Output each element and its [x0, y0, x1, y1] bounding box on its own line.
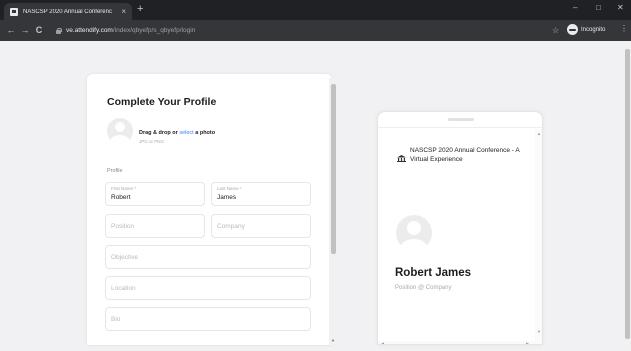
preview-scroll-down-icon[interactable]: ▼ — [537, 329, 541, 334]
company-placeholder: Company — [217, 223, 245, 230]
new-tab-button[interactable]: + — [137, 4, 143, 15]
preview-avatar — [396, 215, 432, 251]
incognito-label: Incognito — [581, 26, 606, 33]
preview-scroll-up-icon[interactable]: ▲ — [537, 131, 541, 136]
form-scroll-down-icon[interactable]: ▼ — [331, 338, 335, 343]
event-building-icon — [397, 155, 406, 162]
form-scrollbar[interactable]: ▼ — [329, 78, 338, 345]
lock-icon — [56, 27, 62, 34]
objective-placeholder: Objective — [111, 254, 139, 261]
preview-avatar-body-shape — [400, 239, 428, 251]
bookmark-star-icon[interactable]: ☆ — [552, 27, 559, 35]
select-photo-link[interactable]: select — [179, 130, 193, 136]
incognito-profile-button[interactable]: Incognito — [567, 24, 605, 35]
page-scrollbar-thumb[interactable] — [625, 49, 630, 339]
back-button[interactable]: ← — [4, 26, 18, 35]
tab-close-icon[interactable]: × — [121, 7, 126, 16]
preview-divider — [378, 127, 542, 128]
incognito-icon — [567, 24, 578, 35]
last-name-value: James — [217, 194, 237, 201]
bio-field[interactable]: Bio — [105, 307, 311, 331]
location-field[interactable]: Location — [105, 276, 311, 300]
location-placeholder: Location — [111, 285, 136, 292]
first-name-field[interactable]: First Name * Robert — [105, 182, 205, 206]
company-field[interactable]: Company — [211, 214, 311, 238]
browser-tab-bar: NASCSP 2020 Annual Conferenc × + – □ ✕ — [0, 0, 631, 20]
preview-position-company: Position @ Company — [395, 285, 452, 291]
drop-text-pre: Drag & drop or — [139, 130, 180, 136]
preview-notch — [448, 118, 474, 121]
page-scrollbar[interactable] — [624, 41, 631, 351]
close-window-button[interactable]: ✕ — [617, 4, 624, 12]
preview-scroll-right-icon[interactable]: ▶ — [526, 341, 529, 344]
profile-preview-card: NASCSP 2020 Annual Conference - A Virtua… — [377, 111, 543, 345]
bio-placeholder: Bio — [111, 316, 121, 323]
position-placeholder: Position — [111, 223, 135, 230]
preview-scroll-left-icon[interactable]: ◀ — [381, 341, 384, 344]
photo-format-hint: JPG or PNG — [139, 139, 165, 144]
avatar-head-shape — [115, 122, 125, 132]
address-bar[interactable]: ve.attendify.com/index/qbyefp/s_qbyefp/l… — [66, 27, 195, 34]
browser-tab[interactable]: NASCSP 2020 Annual Conferenc × — [4, 3, 132, 20]
profile-form-card: Complete Your Profile Drag & drop or sel… — [87, 74, 332, 345]
position-field[interactable]: Position — [105, 214, 205, 238]
browser-menu-icon[interactable]: ⋮ — [620, 25, 628, 33]
first-name-value: Robert — [111, 194, 131, 201]
minimize-window-button[interactable]: – — [573, 4, 577, 12]
avatar-body-shape — [110, 135, 130, 144]
preview-horizontal-scrollbar[interactable]: ◀ ▶ — [378, 341, 535, 344]
maximize-window-button[interactable]: □ — [596, 4, 601, 12]
drop-text-post: a photo — [193, 130, 216, 136]
url-host: ve.attendify.com — [66, 27, 113, 34]
first-name-label: First Name * — [111, 186, 137, 191]
browser-toolbar: ← → C ve.attendify.com/index/qbyefp/s_qb… — [0, 20, 631, 41]
last-name-field[interactable]: Last Name * James — [211, 182, 311, 206]
tab-title: NASCSP 2020 Annual Conferenc — [23, 8, 112, 15]
preview-name: Robert James — [395, 267, 472, 279]
form-title: Complete Your Profile — [107, 96, 217, 108]
site-favicon-icon — [10, 7, 18, 16]
last-name-label: Last Name * — [217, 186, 242, 191]
forward-button[interactable]: → — [18, 26, 32, 35]
preview-event-title: NASCSP 2020 Annual Conference - A Virtua… — [410, 147, 520, 163]
photo-drop-text: Drag & drop or select a photo — [139, 130, 215, 136]
url-path: /index/qbyefp/s_qbyefp/login — [112, 27, 196, 34]
profile-section-label: Profile — [107, 168, 123, 174]
objective-field[interactable]: Objective — [105, 245, 311, 269]
preview-scrollbar[interactable]: ▲ ▼ — [535, 129, 542, 344]
preview-avatar-head-shape — [407, 221, 421, 235]
photo-upload-avatar[interactable] — [107, 118, 133, 144]
form-scrollbar-thumb[interactable] — [331, 84, 336, 254]
reload-button[interactable]: C — [32, 26, 46, 35]
